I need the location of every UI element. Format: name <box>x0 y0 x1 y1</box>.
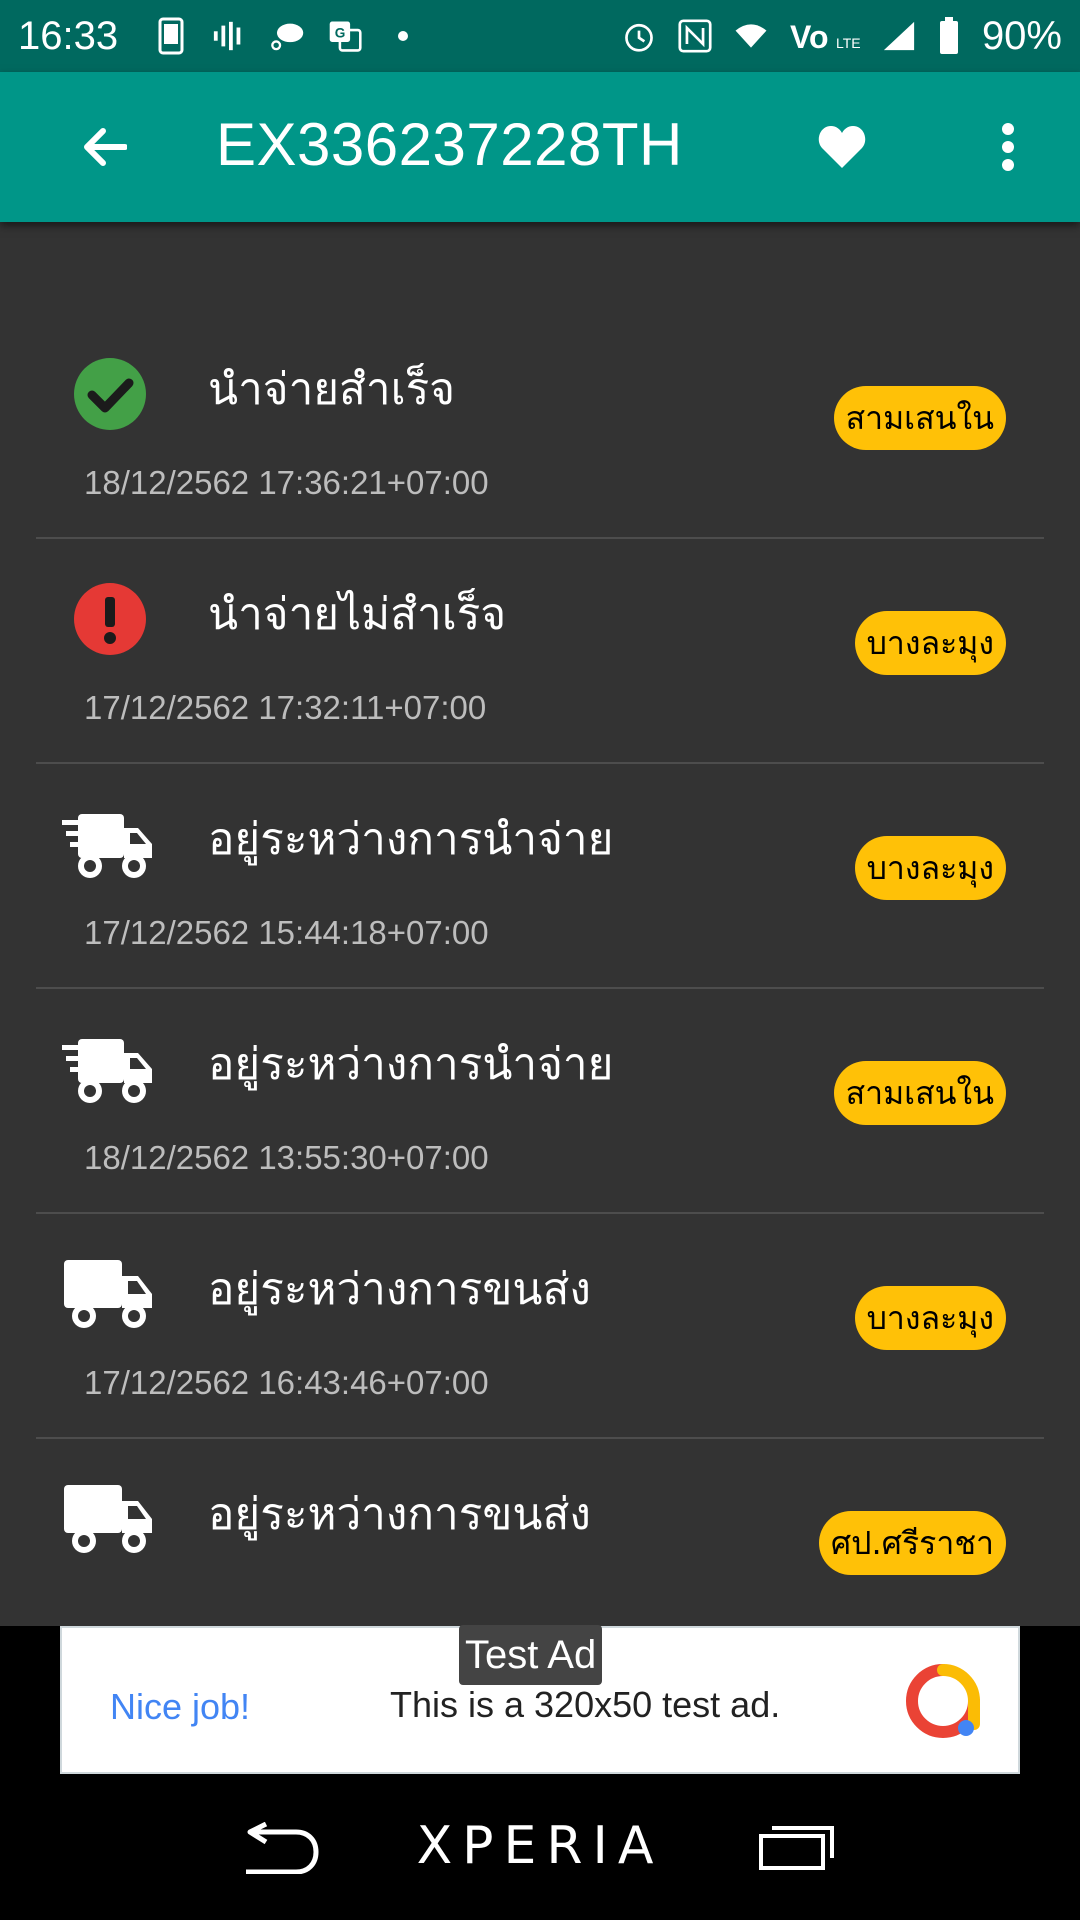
heart-icon <box>818 126 866 168</box>
timestamp: 17/12/2562 17:32:11+07:00 <box>84 689 487 726</box>
tracking-item[interactable]: อยู่ระหว่างการนำจ่าย สามเสนใน 18/12/2562… <box>36 989 1044 1214</box>
status-text: นำจ่ายสำเร็จ <box>208 364 456 415</box>
timestamp: 18/12/2562 13:55:30+07:00 <box>84 1139 489 1176</box>
location-badge: บางละมุง <box>854 1286 1006 1350</box>
location-badge: บางละมุง <box>854 836 1006 900</box>
notification-icons: G <box>154 17 420 55</box>
tracking-list[interactable]: นำจ่ายสำเร็จ สามเสนใน 18/12/2562 17:36:2… <box>0 222 1080 1626</box>
svg-text:LTE: LTE <box>836 35 860 51</box>
ad-body[interactable]: This is a 320x50 test ad. <box>390 1684 780 1726</box>
signal-icon <box>882 19 916 53</box>
page-title: EX336237228TH <box>216 111 683 178</box>
fast-truck-icon <box>62 1031 152 1107</box>
back-button[interactable] <box>74 117 134 177</box>
nav-recent-apps-button[interactable] <box>758 1824 836 1874</box>
back-arrow-icon <box>84 128 127 166</box>
system-icons: Vo LTE 90% <box>622 14 1062 59</box>
status-text: อยู่ระหว่างการนำจ่าย <box>208 1039 614 1090</box>
chat-icon <box>270 19 304 53</box>
phone-icon <box>154 17 188 55</box>
truck-icon <box>62 1481 152 1557</box>
timestamp: 17/12/2562 16:43:46+07:00 <box>84 1364 489 1401</box>
timestamp: 17/12/2562 15:44:18+07:00 <box>84 914 489 951</box>
timestamp: 18/12/2562 17:36:21+07:00 <box>84 464 489 501</box>
app-toolbar: EX336237228TH <box>0 72 1080 222</box>
status-time: 16:33 <box>18 13 119 58</box>
truck-icon <box>62 1256 152 1332</box>
battery-level: 90% <box>981 13 1062 58</box>
more-options-button[interactable] <box>978 117 1038 177</box>
dot-icon <box>386 19 420 53</box>
battery-icon <box>938 17 960 54</box>
check-circle-icon <box>62 356 148 432</box>
fast-truck-icon <box>62 806 152 882</box>
wifi-icon <box>734 19 768 53</box>
status-text: อยู่ระหว่างการขนส่ง <box>208 1489 591 1540</box>
status-text: อยู่ระหว่างการนำจ่าย <box>208 814 614 865</box>
favorite-button[interactable] <box>812 117 872 177</box>
location-badge: ศป.ศรีราชา <box>818 1511 1006 1575</box>
location-badge: สามเสนใน <box>833 386 1006 450</box>
svg-text:G: G <box>335 26 346 41</box>
error-icon <box>62 581 148 657</box>
navigation-bar: XPERIA <box>0 1776 1080 1920</box>
ad-logo-icon[interactable] <box>904 1662 982 1740</box>
brand-logo: XPERIA <box>416 1816 664 1876</box>
tracking-item[interactable]: นำจ่ายสำเร็จ สามเสนใน 18/12/2562 17:36:2… <box>36 314 1044 539</box>
location-badge: บางละมุง <box>854 611 1006 675</box>
status-text: นำจ่ายไม่สำเร็จ <box>208 589 507 640</box>
recent-apps-icon <box>759 1826 834 1870</box>
nfc-icon <box>678 19 712 53</box>
ad-label: Test Ad <box>459 1625 603 1685</box>
audio-wave-icon <box>212 19 246 53</box>
volte-icon: Vo LTE <box>790 19 860 54</box>
status-text: อยู่ระหว่างการขนส่ง <box>208 1264 591 1315</box>
ad-headline[interactable]: Nice job! <box>110 1686 250 1728</box>
status-bar: 16:33 G Vo LTE 90% <box>0 0 1080 72</box>
location-badge: สามเสนใน <box>833 1061 1006 1125</box>
svg-text:Vo: Vo <box>790 19 829 54</box>
more-vert-icon <box>1002 123 1014 171</box>
tracking-item[interactable]: อยู่ระหว่างการขนส่ง ศป.ศรีราชา <box>36 1439 1044 1626</box>
tracking-item[interactable]: นำจ่ายไม่สำเร็จ บางละมุง 17/12/2562 17:3… <box>36 539 1044 764</box>
tracking-item[interactable]: อยู่ระหว่างการขนส่ง บางละมุง 17/12/2562 … <box>36 1214 1044 1439</box>
tracking-item[interactable]: อยู่ระหว่างการนำจ่าย บางละมุง 17/12/2562… <box>36 764 1044 989</box>
alarm-icon <box>622 19 656 53</box>
translate-icon: G <box>328 19 362 53</box>
